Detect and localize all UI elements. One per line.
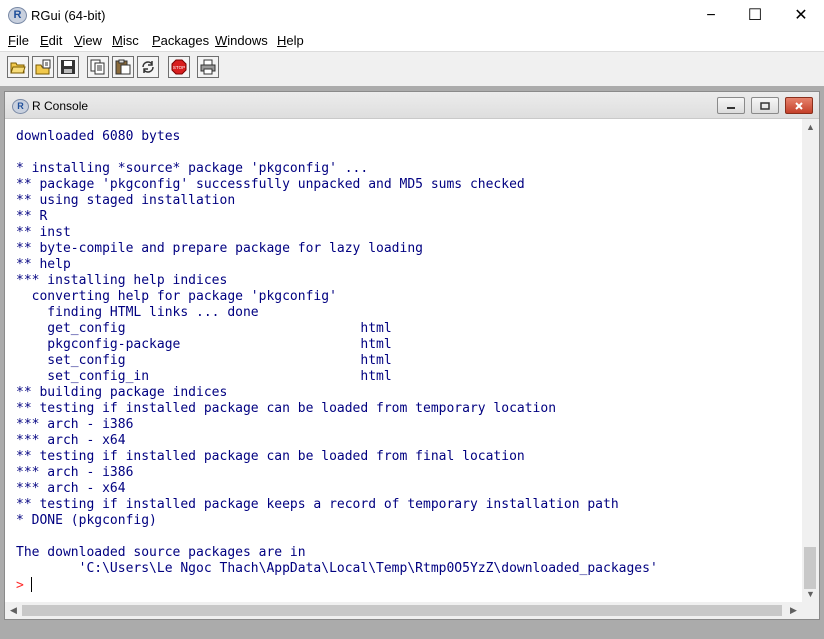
save-button[interactable]	[57, 56, 79, 78]
minimize-button[interactable]: −	[688, 0, 734, 31]
menu-misc[interactable]: Misc	[112, 33, 139, 48]
horizontal-scroll-thumb[interactable]	[22, 605, 782, 616]
console-output-line: converting help for package 'pkgconfig'	[16, 289, 337, 304]
console-output-line: *** arch - x64	[16, 433, 126, 448]
console-prompt: >	[16, 578, 24, 593]
console-title: R Console	[32, 99, 89, 113]
console-output-line: *** installing help indices	[16, 273, 228, 288]
load-workspace-icon	[35, 59, 51, 75]
copy-button[interactable]	[87, 56, 109, 78]
stop-button[interactable]: STOP	[168, 56, 190, 78]
vertical-scrollbar[interactable]: ▲ ▼	[802, 119, 819, 603]
copy-icon	[90, 59, 105, 75]
paste-icon	[115, 59, 131, 75]
minimize-icon	[727, 107, 735, 109]
console-output-line: ** building package indices	[16, 385, 228, 400]
console-output-line: *** arch - x64	[16, 481, 126, 496]
menu-windows[interactable]: Windows	[215, 33, 268, 48]
console-output-line: ** byte-compile and prepare package for …	[16, 241, 423, 256]
open-script-icon	[10, 62, 26, 74]
save-icon	[61, 60, 75, 74]
svg-text:STOP: STOP	[173, 65, 185, 70]
console-restore-button[interactable]	[751, 97, 779, 114]
console-output-line: set_config_in html	[16, 369, 392, 384]
copy-paste-icon	[142, 61, 154, 73]
console-output-line: The downloaded source packages are in	[16, 545, 306, 560]
menu-file[interactable]: File	[8, 33, 29, 48]
scroll-down-arrow-icon[interactable]: ▼	[802, 586, 819, 603]
paste-button[interactable]	[112, 56, 134, 78]
maximize-button[interactable]: ☐	[732, 0, 778, 31]
menu-bar: File Edit View Misc Packages Windows Hel…	[0, 31, 824, 51]
console-minimize-button[interactable]	[717, 97, 745, 114]
scroll-right-arrow-icon[interactable]: ▶	[785, 602, 802, 619]
print-button[interactable]	[197, 56, 219, 78]
console-output-line: pkgconfig-package html	[16, 337, 392, 352]
r-console-window: R R Console downloaded 6080 bytes * inst…	[4, 91, 820, 620]
console-output-line: *** arch - i386	[16, 465, 134, 480]
console-output-line: ** testing if installed package can be l…	[16, 449, 525, 464]
close-icon	[795, 102, 803, 110]
console-output-line: set_config html	[16, 353, 392, 368]
console-output-line: get_config html	[16, 321, 392, 336]
console-output-line: * installing *source* package 'pkgconfig…	[16, 161, 369, 176]
r-logo-icon: R	[12, 99, 29, 114]
menu-view[interactable]: View	[74, 33, 102, 48]
scroll-corner	[802, 602, 819, 619]
console-close-button[interactable]	[785, 97, 813, 114]
close-button[interactable]: ✕	[778, 0, 824, 31]
console-output-line: * DONE (pkgconfig)	[16, 513, 157, 528]
open-script-button[interactable]	[7, 56, 29, 78]
menu-help[interactable]: Help	[277, 33, 304, 48]
console-output-line: *** arch - i386	[16, 417, 134, 432]
console-output-line: ** testing if installed package can be l…	[16, 401, 557, 416]
copy-paste-button[interactable]	[137, 56, 159, 78]
text-cursor	[30, 577, 32, 592]
console-output-line: ** package 'pkgconfig' successfully unpa…	[16, 177, 525, 192]
console-output-line: finding HTML links ... done	[16, 305, 259, 320]
console-output-line: 'C:\Users\Le Ngoc Thach\AppData\Local\Te…	[16, 561, 658, 576]
console-output: downloaded 6080 bytes * installing *sour…	[16, 129, 796, 599]
console-output-line: ** help	[16, 257, 71, 272]
r-logo-icon: R	[8, 7, 27, 24]
scroll-up-arrow-icon[interactable]: ▲	[802, 119, 819, 136]
console-output-line: ** using staged installation	[16, 193, 236, 208]
console-title-bar[interactable]: R R Console	[5, 92, 819, 119]
console-input-line[interactable]: >	[16, 577, 32, 593]
toolbar: STOP	[0, 51, 824, 87]
print-icon	[200, 59, 216, 75]
title-bar: R RGui (64-bit) − ☐ ✕	[0, 0, 824, 31]
scroll-left-arrow-icon[interactable]: ◀	[5, 602, 22, 619]
load-workspace-button[interactable]	[32, 56, 54, 78]
menu-packages[interactable]: Packages	[152, 33, 209, 48]
menu-edit[interactable]: Edit	[40, 33, 62, 48]
vertical-scroll-thumb[interactable]	[804, 547, 816, 589]
stop-icon: STOP	[171, 59, 187, 75]
horizontal-scrollbar[interactable]: ◀ ▶	[5, 602, 802, 619]
console-output-line: ** inst	[16, 225, 71, 240]
window-title: RGui (64-bit)	[31, 8, 106, 23]
restore-icon	[760, 102, 770, 110]
console-output-line: ** testing if installed package keeps a …	[16, 497, 619, 512]
console-output-line: downloaded 6080 bytes	[16, 129, 181, 144]
console-output-line: ** R	[16, 209, 48, 224]
